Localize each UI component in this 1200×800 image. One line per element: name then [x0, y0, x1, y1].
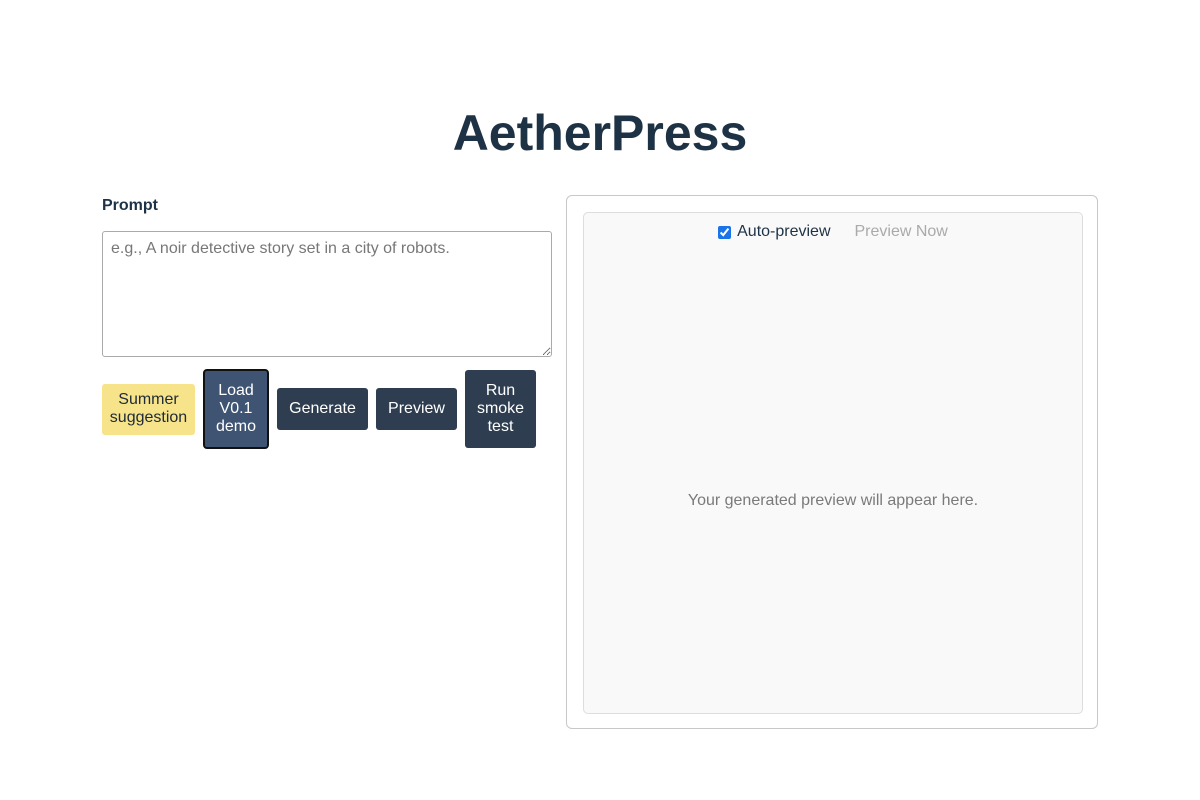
action-button-row: Summer suggestion Load V0.1 demo Generat… — [102, 369, 552, 449]
load-demo-button[interactable]: Load V0.1 demo — [203, 369, 269, 449]
auto-preview-label: Auto-preview — [737, 223, 831, 240]
auto-preview-toggle[interactable]: Auto-preview — [718, 223, 831, 241]
run-smoke-test-button[interactable]: Run smoke test — [465, 370, 536, 448]
preview-panel: Auto-preview Preview Now Your generated … — [566, 195, 1098, 729]
generate-button[interactable]: Generate — [277, 388, 368, 430]
app-page: AetherPress Prompt Summer suggestion Loa… — [0, 0, 1200, 800]
preview-area: Auto-preview Preview Now Your generated … — [583, 212, 1083, 714]
preview-button[interactable]: Preview — [376, 388, 457, 430]
preview-now-button[interactable]: Preview Now — [855, 223, 948, 241]
preview-placeholder-text: Your generated preview will appear here. — [687, 492, 979, 509]
prompt-input[interactable] — [102, 231, 552, 357]
prompt-section: Prompt Summer suggestion Load V0.1 demo … — [102, 196, 552, 449]
auto-preview-checkbox[interactable] — [718, 225, 732, 239]
app-title: AetherPress — [452, 105, 748, 161]
preview-toolbar: Auto-preview Preview Now — [584, 223, 1082, 241]
prompt-label: Prompt — [102, 197, 158, 214]
summer-suggestion-button[interactable]: Summer suggestion — [102, 383, 195, 435]
